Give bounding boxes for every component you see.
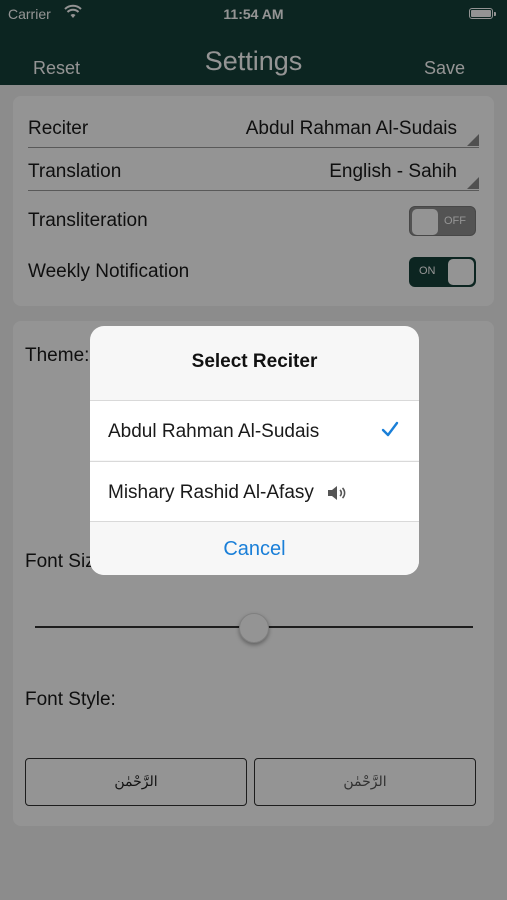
speaker-icon[interactable] [327,485,347,501]
dialog-title: Select Reciter [191,351,318,372]
checkmark-icon [381,421,399,437]
select-reciter-dialog: Select Reciter Abdul Rahman Al-Sudais Mi… [90,326,419,575]
reciter-option-sudais[interactable]: Abdul Rahman Al-Sudais [90,400,419,460]
reciter-option-afasy[interactable]: Mishary Rashid Al-Afasy [90,461,419,521]
reciter-option-label: Abdul Rahman Al-Sudais [108,421,320,442]
cancel-button[interactable]: Cancel [90,521,419,575]
reciter-option-label: Mishary Rashid Al-Afasy [108,482,314,503]
